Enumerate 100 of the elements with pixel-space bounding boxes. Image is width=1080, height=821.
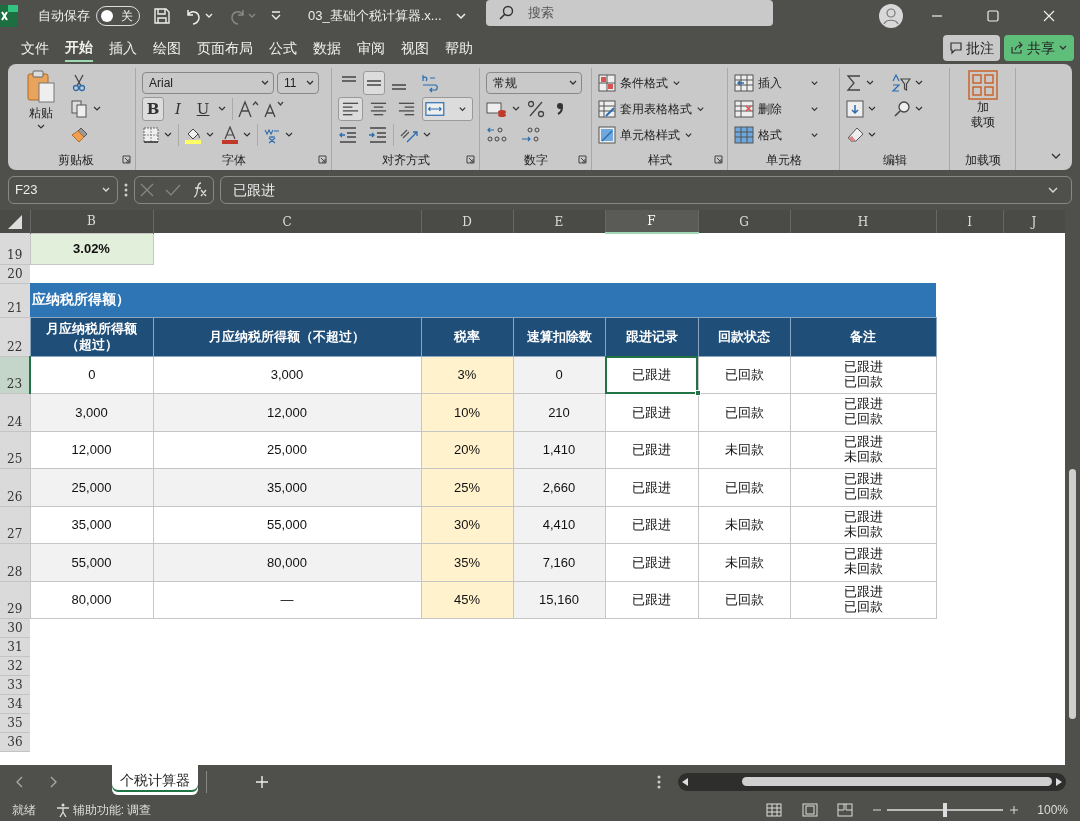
increase-indent-icon[interactable] <box>367 126 388 144</box>
brush-icon[interactable] <box>70 126 89 144</box>
borders-icon[interactable] <box>142 126 160 144</box>
scroll-right-icon[interactable] <box>1055 777 1062 786</box>
fill-handle[interactable] <box>694 390 701 396</box>
launcher-icon[interactable] <box>318 155 327 164</box>
menu-tab[interactable]: 页面布局 <box>197 35 253 61</box>
row-header[interactable]: 26 <box>0 468 30 506</box>
search-field[interactable]: 搜索 <box>486 0 774 26</box>
select-all-icon[interactable] <box>7 215 22 229</box>
menu-tab[interactable]: 公式 <box>269 35 297 61</box>
scroll-left-icon[interactable] <box>681 777 688 786</box>
menu-tab[interactable]: 开始 <box>65 34 93 62</box>
percent-icon[interactable] <box>527 100 546 118</box>
launcher-icon[interactable] <box>578 155 587 164</box>
name-box[interactable]: F23 <box>8 176 118 204</box>
horizontal-scrollbar[interactable] <box>677 772 1066 791</box>
save-icon[interactable] <box>153 7 171 25</box>
menu-tab[interactable]: 数据 <box>313 35 341 61</box>
font-color-icon[interactable] <box>221 126 240 144</box>
scissors-icon[interactable] <box>70 74 87 92</box>
fill-color-icon[interactable] <box>184 126 202 144</box>
increase-decimal-icon[interactable] <box>486 126 510 144</box>
copy-icon[interactable] <box>70 100 89 118</box>
add-sheet-icon[interactable] <box>255 774 269 789</box>
menu-tab[interactable]: 帮助 <box>445 35 473 61</box>
row-header[interactable]: 28 <box>0 543 30 581</box>
menu-tab[interactable]: 审阅 <box>357 35 385 61</box>
sort-filter-icon[interactable] <box>891 74 911 92</box>
bold-button[interactable]: B <box>142 97 164 121</box>
next-sheet-icon[interactable] <box>48 775 58 788</box>
align-left-button[interactable] <box>338 97 363 121</box>
formula-field[interactable]: 已跟进 <box>220 176 1072 204</box>
launcher-icon[interactable] <box>466 155 475 164</box>
delete-cells-button[interactable]: 删除 <box>734 100 833 118</box>
sum-icon[interactable] <box>846 74 862 92</box>
sheet-tab[interactable]: 个税计算器 <box>112 765 198 795</box>
add-ins-button[interactable]: 加 载项 <box>963 68 1002 150</box>
more-icon[interactable] <box>656 774 661 789</box>
wrap-text-icon[interactable] <box>419 73 440 93</box>
comments-button[interactable]: 批注 <box>943 35 1001 61</box>
decrease-indent-icon[interactable] <box>338 126 358 144</box>
accessibility-button[interactable]: 辅助功能: 调查 <box>55 800 152 819</box>
row-header[interactable]: 23 <box>0 356 30 394</box>
column-header[interactable]: G <box>698 210 790 233</box>
merge-button[interactable] <box>422 97 473 121</box>
fill-down-icon[interactable] <box>846 100 864 118</box>
shrink-font-icon[interactable] <box>263 100 285 118</box>
row-header[interactable]: 21 <box>0 283 30 317</box>
close-icon[interactable] <box>1043 10 1056 22</box>
column-header[interactable]: I <box>936 210 1003 233</box>
eraser-icon[interactable] <box>846 126 864 144</box>
share-button[interactable]: 共享 <box>1003 35 1074 61</box>
search-icon[interactable] <box>893 100 911 118</box>
customize-icon[interactable] <box>270 10 282 22</box>
maximize-icon[interactable] <box>987 10 1000 22</box>
page-layout-icon[interactable] <box>801 802 818 817</box>
column-header[interactable]: F <box>605 210 698 233</box>
row-header[interactable]: 24 <box>0 393 30 431</box>
font-size-dropdown[interactable]: 11 <box>277 72 319 94</box>
cell-styles-button[interactable]: 单元格样式 <box>598 126 721 144</box>
menu-tab[interactable]: 绘图 <box>153 35 181 61</box>
grow-font-icon[interactable] <box>238 100 260 118</box>
row-header[interactable]: 19 <box>0 233 30 264</box>
previous-sheet-icon[interactable] <box>14 775 25 788</box>
italic-button[interactable]: I <box>167 97 189 121</box>
underline-button[interactable]: U <box>192 97 214 121</box>
row-header[interactable]: 22 <box>0 317 30 356</box>
column-header[interactable]: C <box>153 210 421 233</box>
column-header[interactable]: H <box>790 210 936 233</box>
row-header[interactable]: 25 <box>0 431 30 469</box>
row-header[interactable]: 29 <box>0 581 30 619</box>
menu-tab[interactable]: 文件 <box>21 35 49 61</box>
avatar-icon[interactable] <box>879 4 904 28</box>
column-header[interactable]: J <box>1003 210 1065 233</box>
middle-align-button[interactable] <box>363 71 385 95</box>
menu-tab[interactable]: 视图 <box>401 35 429 61</box>
menu-tab[interactable]: 插入 <box>109 35 137 61</box>
more-icon[interactable] <box>124 183 128 197</box>
insert-cells-button[interactable]: 插入 <box>734 74 833 92</box>
zoom-in-icon[interactable] <box>1009 805 1018 814</box>
launcher-icon[interactable] <box>122 155 131 164</box>
conditional-format-button[interactable]: 条件格式 <box>598 74 721 92</box>
column-header[interactable]: E <box>513 210 605 233</box>
launcher-icon[interactable] <box>714 155 723 164</box>
currency-icon[interactable] <box>486 100 508 118</box>
number-format-dropdown[interactable]: 常规 <box>486 72 582 94</box>
column-header[interactable]: D <box>421 210 513 233</box>
table-format-button[interactable]: 套用表格格式 <box>598 100 721 118</box>
caret-icon[interactable] <box>454 10 467 22</box>
font-family-dropdown[interactable]: Arial <box>142 72 274 94</box>
paste-button[interactable]: 粘贴 <box>22 68 60 150</box>
normal-view-icon[interactable] <box>766 802 783 817</box>
check-icon[interactable] <box>165 183 181 197</box>
format-cells-button[interactable]: 格式 <box>734 126 833 144</box>
row-header[interactable]: 27 <box>0 506 30 544</box>
column-header[interactable]: B <box>30 210 153 233</box>
page-break-icon[interactable] <box>837 802 854 817</box>
comma-icon[interactable] <box>554 100 565 118</box>
function-icon[interactable] <box>191 182 208 198</box>
